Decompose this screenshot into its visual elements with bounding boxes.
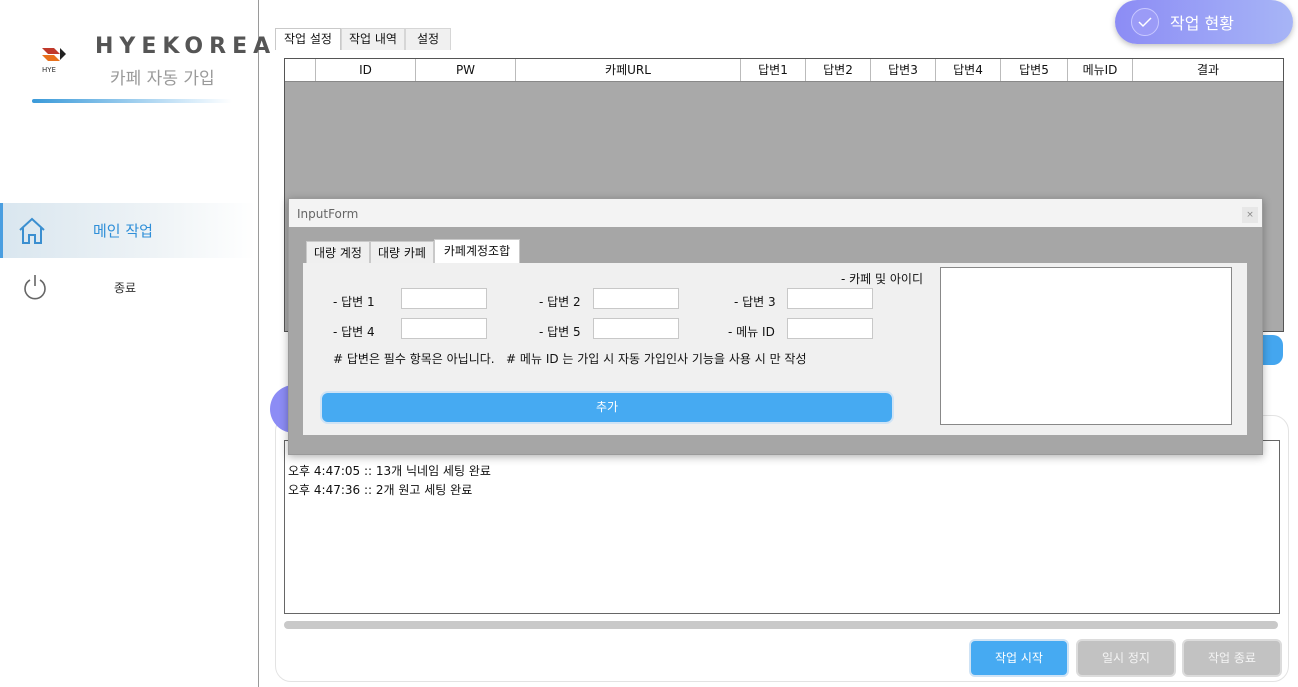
input-form-dialog: InputForm × 대량 계정 대량 카페 카페계정조합 - 카페 및 아이… <box>288 198 1263 455</box>
tab-task-history[interactable]: 작업 내역 <box>341 28 405 50</box>
brand-underline <box>32 99 232 103</box>
sidebar: HYE HYEKOREA 카페 자동 가입 메인 작업 종료 <box>0 0 270 687</box>
nav-item-exit-label: 종료 <box>114 281 137 295</box>
grid-header: ID PW 카페URL 답변1 답변2 답변3 답변4 답변5 메뉴ID 결과 <box>285 59 1283 82</box>
tab-settings[interactable]: 설정 <box>405 28 451 50</box>
dialog-title: InputForm <box>297 207 359 221</box>
brand-name: HYEKOREA <box>95 34 277 59</box>
column-header-id: ID <box>315 59 415 81</box>
power-icon <box>24 275 46 300</box>
check-icon <box>1131 8 1159 36</box>
cafe-id-textbox[interactable] <box>940 267 1232 425</box>
dialog-titlebar[interactable]: InputForm × <box>289 199 1262 227</box>
tab-bulk-accounts[interactable]: 대량 계정 <box>306 241 370 265</box>
column-header-cafe-url: 카페URL <box>515 59 740 81</box>
log-line: 오후 4:47:05 :: 13개 닉네임 세팅 완료 <box>288 464 491 478</box>
tab-cafe-account-combo[interactable]: 카페계정조합 <box>434 239 520 265</box>
answer5-label: - 답변 5 <box>539 325 581 339</box>
column-header-menu-id: 메뉴ID <box>1067 59 1132 81</box>
logo-icon: HYE <box>42 48 66 74</box>
column-header-answer5: 답변5 <box>1000 59 1067 81</box>
logo: HYE <box>40 44 70 76</box>
start-task-button[interactable]: 작업 시작 <box>969 639 1069 677</box>
column-header-pw: PW <box>415 59 515 81</box>
answer5-input[interactable] <box>593 318 679 339</box>
logo-text: HYE <box>42 66 56 74</box>
brand-subtitle: 카페 자동 가입 <box>110 69 215 89</box>
column-header-select <box>285 59 315 81</box>
column-header-answer2: 답변2 <box>805 59 870 81</box>
tab-bulk-cafes[interactable]: 대량 카페 <box>370 241 434 265</box>
answer2-label: - 답변 2 <box>539 295 581 309</box>
horizontal-scrollbar[interactable] <box>284 621 1278 629</box>
pause-button[interactable]: 일시 정지 <box>1076 639 1176 677</box>
dialog-body: - 카페 및 아이디 - 답변 1 - 답변 2 - 답변 3 - 답변 4 -… <box>303 263 1247 435</box>
answer4-input[interactable] <box>401 318 487 339</box>
cafe-id-label: - 카페 및 아이디 <box>841 272 924 286</box>
menu-id-label: - 메뉴 ID <box>728 325 775 339</box>
add-button[interactable]: 추가 <box>320 391 894 424</box>
column-header-answer3: 답변3 <box>870 59 935 81</box>
answer1-input[interactable] <box>401 288 487 309</box>
nav-item-main-task-label: 메인 작업 <box>93 222 153 240</box>
answer3-input[interactable] <box>787 288 873 309</box>
answer1-label: - 답변 1 <box>333 295 375 309</box>
task-status-label: 작업 현황 <box>1170 14 1234 33</box>
menu-id-input[interactable] <box>787 318 873 339</box>
answer4-label: - 답변 4 <box>333 325 375 339</box>
nav-active-indicator <box>0 203 3 258</box>
nav-item-main-task[interactable]: 메인 작업 <box>0 203 256 258</box>
answer2-input[interactable] <box>593 288 679 309</box>
log-line: 오후 4:47:36 :: 2개 원고 세팅 완료 <box>288 483 473 497</box>
close-icon[interactable]: × <box>1242 207 1258 223</box>
form-note: # 답변은 필수 항목은 아닙니다. # 메뉴 ID 는 가입 시 자동 가입인… <box>333 352 807 366</box>
column-header-result: 결과 <box>1132 59 1283 81</box>
stop-task-button[interactable]: 작업 종료 <box>1182 639 1282 677</box>
column-header-answer1: 답변1 <box>740 59 805 81</box>
log-textbox[interactable]: 오후 4:47:05 :: 13개 닉네임 세팅 완료 오후 4:47:36 :… <box>284 440 1280 614</box>
tab-task-settings[interactable]: 작업 설정 <box>275 28 341 50</box>
answer3-label: - 답변 3 <box>734 295 776 309</box>
column-header-answer4: 답변4 <box>935 59 1000 81</box>
task-status-button[interactable]: 작업 현황 <box>1115 0 1293 44</box>
home-icon <box>19 217 45 244</box>
